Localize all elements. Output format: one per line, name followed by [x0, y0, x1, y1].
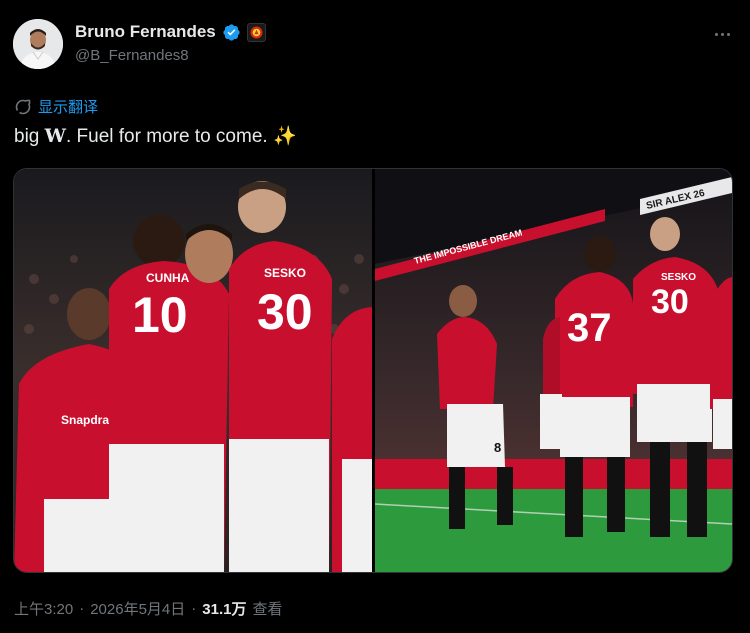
shirt-number-37: 37: [567, 306, 612, 350]
tweet-text: big W. Fuel for more to come. ✨: [14, 124, 297, 148]
tweet-time[interactable]: 上午3:20: [14, 598, 73, 619]
shirt-name-cunha: CUNHA: [146, 271, 190, 285]
shirt-number-30: 30: [257, 284, 313, 340]
photo-left[interactable]: Snapdragon CUNHA 10 SESKO 30: [14, 169, 372, 572]
media-grid: Snapdragon CUNHA 10 SESKO 30 THE IMPOSSI…: [13, 168, 733, 573]
photo-right[interactable]: THE IMPOSSIBLE DREAM SIR ALEX 26 8 37 SE…: [375, 169, 732, 572]
avatar[interactable]: [13, 19, 63, 69]
translate-link[interactable]: 显示翻译: [14, 96, 98, 117]
more-dot-icon: [726, 32, 730, 36]
sparkles-emoji: ✨: [272, 126, 297, 147]
meta-separator: ·: [191, 600, 197, 617]
manchester-united-crest-icon[interactable]: [246, 22, 266, 42]
shirt-number-30-right: 30: [651, 283, 689, 321]
tweet-date[interactable]: 2026年5月4日: [90, 598, 185, 619]
translate-icon: [15, 99, 31, 114]
verified-badge-icon: [223, 23, 240, 41]
tweet-header: Bruno Fernandes @B_Fernandes8: [13, 18, 737, 74]
handle[interactable]: @B_Fernandes8: [75, 47, 266, 64]
display-name[interactable]: Bruno Fernandes: [75, 22, 216, 42]
shirt-name-sesko-right: SESKO: [661, 272, 696, 283]
tweet-text-part: big: [14, 126, 45, 147]
more-dot-icon: [720, 32, 724, 36]
translate-label: 显示翻译: [38, 99, 99, 116]
shirt-number-8: 8: [494, 440, 501, 455]
tweet-text-bold: W: [44, 125, 66, 147]
views-count: 31.1万: [202, 601, 247, 618]
more-dot-icon: [714, 32, 718, 36]
views-label: 查看: [252, 601, 283, 618]
shirt-name-sesko: SESKO: [264, 266, 306, 280]
tweet-meta: 上午3:20 · 2026年5月4日 · 31.1万 查看: [14, 598, 282, 619]
more-options-button[interactable]: [709, 24, 735, 44]
shirt-number-10: 10: [132, 287, 188, 343]
meta-separator: ·: [79, 600, 85, 617]
tweet-text-part: . Fuel for more to come.: [65, 126, 273, 147]
